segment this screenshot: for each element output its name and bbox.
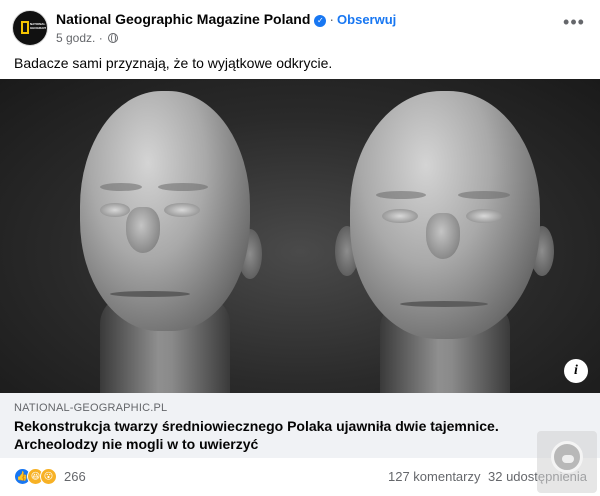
info-button[interactable]: i xyxy=(564,359,588,383)
more-options-button[interactable]: ••• xyxy=(560,12,588,38)
meta-separator: · xyxy=(98,31,103,45)
info-icon: i xyxy=(574,363,578,378)
post-header: NATIONAL GEOGRAPHIC National Geographic … xyxy=(12,8,588,48)
post-footer: 👍 😆 😮 266 127 komentarzy 32 udostępnieni… xyxy=(0,458,600,496)
post-meta: 5 godz. · xyxy=(56,31,119,45)
page-name-line: National Geographic Magazine Poland ✓ · Obs… xyxy=(56,11,396,27)
nat-geo-logo-icon xyxy=(21,21,29,34)
wow-icon: 😮 xyxy=(40,468,57,485)
more-icon: ••• xyxy=(563,12,585,32)
link-preview-image[interactable]: i xyxy=(0,79,600,393)
link-domain: NATIONAL-GEOGRAPHIC.PL xyxy=(14,402,168,414)
link-preview-card[interactable]: NATIONAL-GEOGRAPHIC.PL Rekonstrukcja twa… xyxy=(0,393,600,458)
avatar-logo-text: NATIONAL GEOGRAPHIC xyxy=(30,22,46,30)
follow-button[interactable]: Obserwuj xyxy=(337,12,396,27)
left-head-render xyxy=(60,91,290,393)
separator-dot: · xyxy=(329,11,335,27)
post-text: Badacze sami przyznają, że to wyjątkowe … xyxy=(14,55,333,71)
right-head-render xyxy=(330,91,560,393)
link-title[interactable]: Rekonstrukcja twarzy średniowiecznego Po… xyxy=(14,417,534,453)
page-avatar[interactable]: NATIONAL GEOGRAPHIC xyxy=(12,10,48,46)
globe-icon xyxy=(108,33,119,43)
watermark-logo xyxy=(537,431,597,493)
reaction-count[interactable]: 266 xyxy=(64,469,86,484)
page-name-link[interactable]: National Geographic Magazine Poland xyxy=(56,11,310,27)
post-timestamp[interactable]: 5 godz. xyxy=(56,31,95,45)
astronaut-helmet-icon xyxy=(551,441,583,473)
verified-badge-icon: ✓ xyxy=(314,15,327,27)
comments-count-link[interactable]: 127 komentarzy xyxy=(388,469,481,484)
